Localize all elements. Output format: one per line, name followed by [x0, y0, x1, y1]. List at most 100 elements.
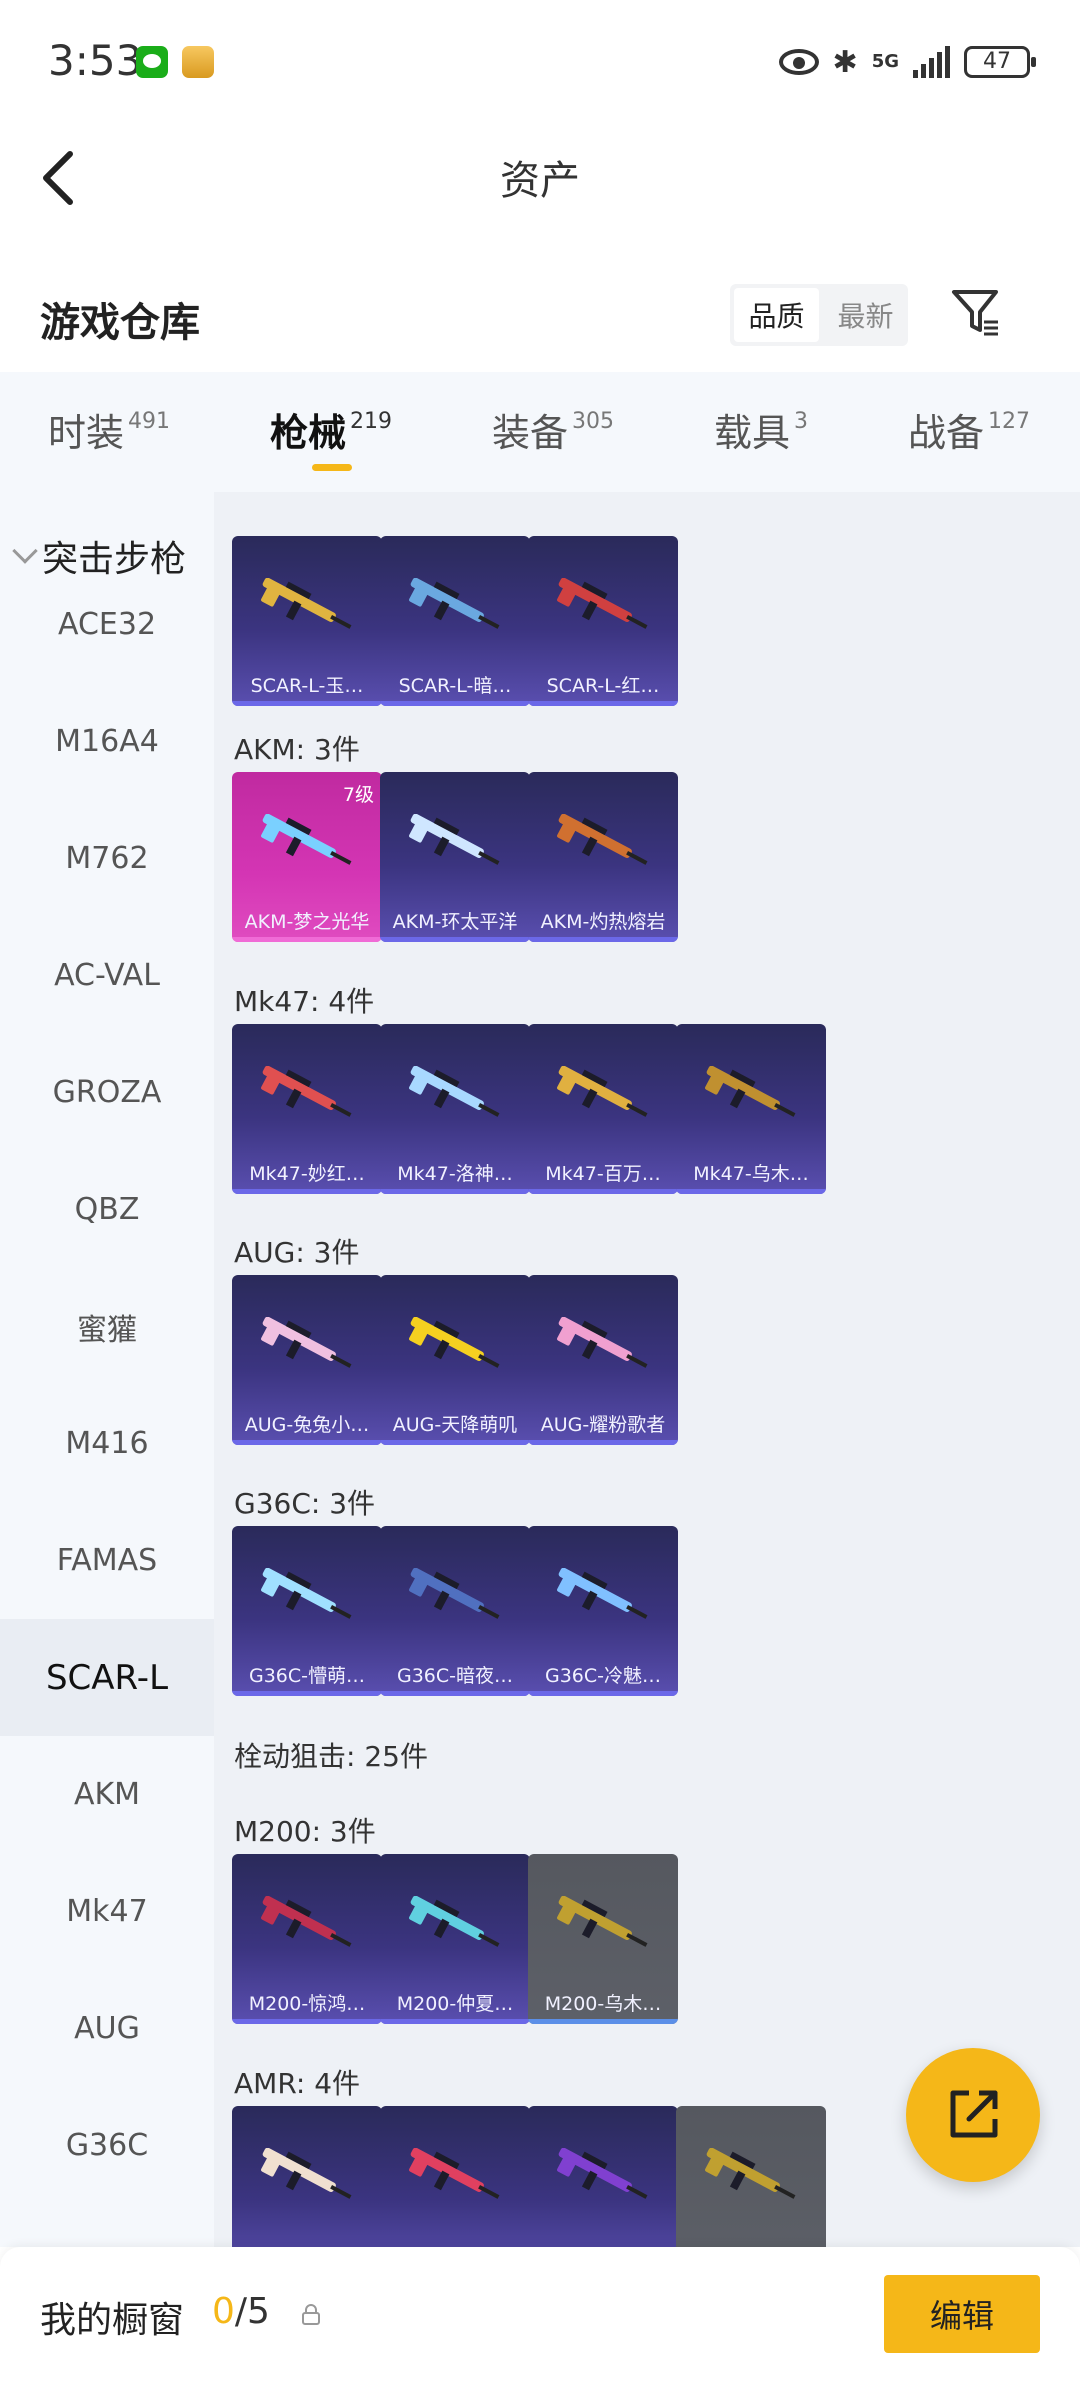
- item-name: AUG-兔兔小…: [244, 1414, 370, 1436]
- item-name: M200-惊鸿…: [248, 1993, 366, 2015]
- tab-combat-prep[interactable]: 战备 127: [908, 402, 1030, 457]
- sidebar-item[interactable]: M762: [0, 800, 214, 917]
- tab-vehicles[interactable]: 载具 3: [714, 402, 808, 457]
- rarity-bar: [232, 1691, 382, 1696]
- item-name: M200-仲夏…: [396, 1993, 514, 2015]
- item-card[interactable]: G36C-冷魅…: [528, 1526, 678, 1696]
- item-card[interactable]: M200-惊鸿…: [232, 1854, 382, 2024]
- item-name: SCAR-L-红…: [546, 675, 660, 697]
- rarity-bar: [380, 1189, 530, 1194]
- sidebar-item[interactable]: GROZA: [0, 1034, 214, 1151]
- level-badge: 7级: [342, 784, 374, 806]
- rarity-bar: [380, 937, 530, 942]
- item-card[interactable]: [232, 2106, 382, 2247]
- item-card[interactable]: AKM-环太平洋: [380, 772, 530, 942]
- game-app-icon: [182, 46, 214, 78]
- sidebar-item[interactable]: AUG: [0, 1970, 214, 2087]
- showcase-bar: 我的橱窗 0/5 编辑: [0, 2247, 1080, 2381]
- sidebar-item[interactable]: ACE32: [0, 566, 214, 683]
- item-card[interactable]: AUG-兔兔小…: [232, 1275, 382, 1445]
- item-grid: SCAR-L-玉… SCAR-L-暗… SCAR-L-红… AKM: 3件 7级 AKM-…: [214, 492, 1080, 2247]
- gun-image: [261, 1568, 352, 1619]
- item-card[interactable]: [380, 2106, 530, 2247]
- gun-image: [557, 2148, 648, 2199]
- item-card[interactable]: G36C-懵萌…: [232, 1526, 382, 1696]
- group-title: AMR: 4件: [234, 2067, 361, 2100]
- signal-icon: [913, 46, 950, 78]
- group-title: M200: 3件: [234, 1815, 376, 1848]
- gun-image: [557, 1066, 648, 1117]
- item-card[interactable]: Mk47-洛神…: [380, 1024, 530, 1194]
- sidebar-item[interactable]: FAMAS: [0, 1502, 214, 1619]
- item-card[interactable]: M200-乌木…: [528, 1854, 678, 2024]
- rarity-bar: [232, 1440, 382, 1445]
- group-title: Mk47: 4件: [234, 985, 375, 1018]
- battery-icon: 47: [964, 46, 1036, 78]
- item-card[interactable]: AUG-耀粉歌者: [528, 1275, 678, 1445]
- item-card[interactable]: Mk47-百万…: [528, 1024, 678, 1194]
- sidebar-item[interactable]: G36C: [0, 2087, 214, 2204]
- rarity-bar: [676, 1189, 826, 1194]
- item-card[interactable]: SCAR-L-红…: [528, 536, 678, 706]
- sidebar-item[interactable]: AKM: [0, 1736, 214, 1853]
- item-name: AKM-灼热熔岩: [540, 911, 666, 933]
- item-card[interactable]: SCAR-L-暗…: [380, 536, 530, 706]
- item-card[interactable]: G36C-暗夜…: [380, 1526, 530, 1696]
- sort-quality-button[interactable]: 品质: [734, 288, 819, 342]
- item-card[interactable]: Mk47-妙红…: [232, 1024, 382, 1194]
- category-tabs: 时装 491 枪械 219 装备 305 载具 3 战备 127: [0, 372, 1080, 492]
- item-name: G36C-暗夜…: [396, 1665, 514, 1687]
- edit-button[interactable]: 编辑: [884, 2275, 1040, 2353]
- share-button[interactable]: [906, 2048, 1040, 2182]
- sidebar-item[interactable]: AC-VAL: [0, 917, 214, 1034]
- group-title: 栓动狙击: 25件: [234, 1740, 428, 1773]
- tab-equipment[interactable]: 装备 305: [492, 402, 614, 457]
- item-name: M200-乌木…: [544, 1993, 662, 2015]
- rarity-bar: [232, 2019, 382, 2024]
- gun-image: [261, 2148, 352, 2199]
- gun-image: [557, 1896, 648, 1947]
- item-card[interactable]: AKM-灼热熔岩: [528, 772, 678, 942]
- gun-image: [557, 578, 648, 629]
- group-title: G36C: 3件: [234, 1487, 376, 1520]
- sort-toggle: 品质 最新: [730, 284, 908, 346]
- item-card[interactable]: [528, 2106, 678, 2247]
- gun-image: [261, 1066, 352, 1117]
- item-name: AKM-梦之光华: [244, 911, 370, 933]
- filter-icon[interactable]: [950, 286, 1002, 338]
- active-tab-indicator: [312, 464, 352, 471]
- item-card[interactable]: 7级 AKM-梦之光华: [232, 772, 382, 942]
- item-card[interactable]: SCAR-L-玉…: [232, 536, 382, 706]
- item-card[interactable]: AUG-天降萌叽: [380, 1275, 530, 1445]
- rarity-bar: [528, 937, 678, 942]
- gun-image: [409, 1896, 500, 1947]
- warehouse-title: 游戏仓库: [40, 300, 200, 346]
- tab-fashion[interactable]: 时装 491: [48, 402, 170, 457]
- gun-image: [261, 1896, 352, 1947]
- gun-image: [557, 1568, 648, 1619]
- sidebar-item[interactable]: M416: [0, 1385, 214, 1502]
- item-name: Mk47-妙红…: [249, 1163, 365, 1185]
- sidebar-item[interactable]: Mk47: [0, 1853, 214, 1970]
- item-card[interactable]: M200-仲夏…: [380, 1854, 530, 2024]
- tab-guns[interactable]: 枪械 219: [270, 402, 392, 457]
- rarity-bar: [528, 1189, 678, 1194]
- item-card[interactable]: [676, 2106, 826, 2247]
- item-name: Mk47-百万…: [545, 1163, 661, 1185]
- network-type: 5G: [871, 51, 899, 72]
- gun-image: [409, 578, 500, 629]
- eye-icon: [778, 49, 819, 75]
- rarity-bar: [232, 1189, 382, 1194]
- sidebar-item[interactable]: M16A4: [0, 683, 214, 800]
- item-card[interactable]: Mk47-乌木…: [676, 1024, 826, 1194]
- item-name: G36C-冷魅…: [544, 1665, 662, 1687]
- gun-image: [557, 814, 648, 865]
- sidebar-item[interactable]: QBZ: [0, 1151, 214, 1268]
- sidebar-item[interactable]: SCAR-L: [0, 1619, 214, 1736]
- sort-newest-button[interactable]: 最新: [823, 284, 908, 346]
- item-name: AKM-环太平洋: [392, 911, 518, 933]
- group-title: AUG: 3件: [234, 1236, 360, 1269]
- sidebar-item[interactable]: 蜜獾: [0, 1268, 214, 1385]
- item-name: Mk47-乌木…: [693, 1163, 809, 1185]
- page-title: 资产: [500, 158, 580, 204]
